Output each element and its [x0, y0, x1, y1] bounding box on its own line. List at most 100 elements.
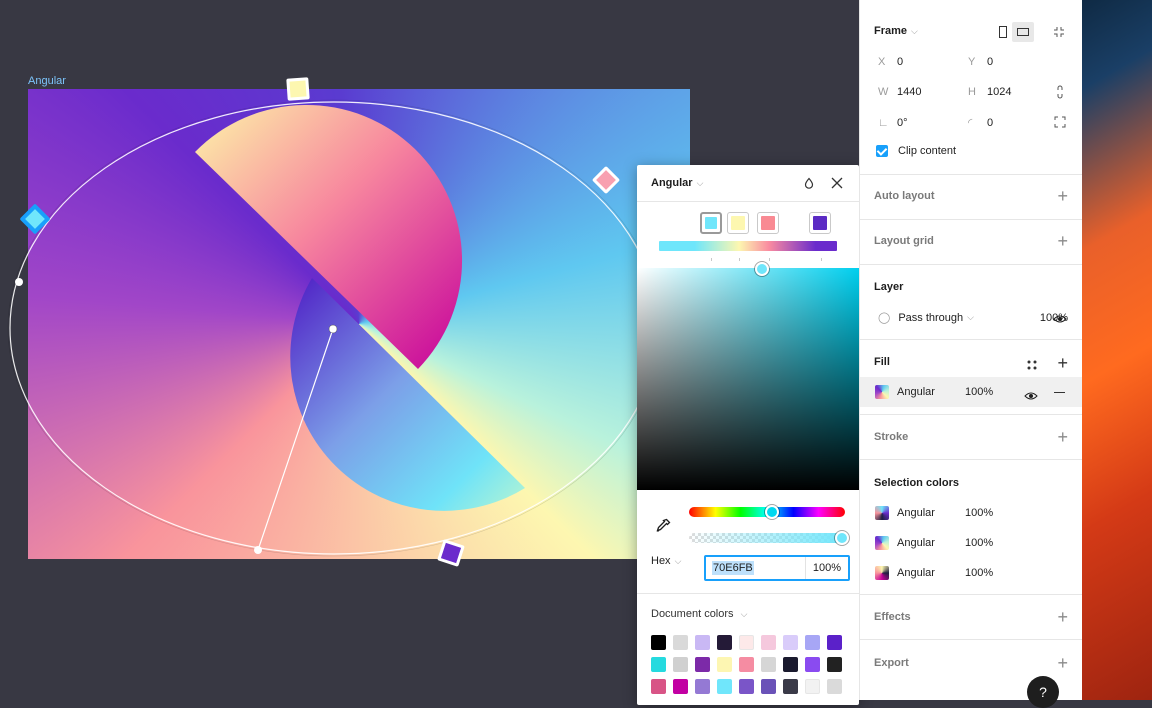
rotation-input[interactable]: 0°: [897, 117, 968, 129]
eyedropper-icon[interactable]: [653, 516, 673, 536]
selection-color-item[interactable]: Angular 100%: [875, 536, 1075, 550]
document-color-swatches: [651, 635, 847, 694]
gradient-radius-handle[interactable]: [254, 546, 262, 554]
resize-to-fit-icon[interactable]: [1053, 25, 1065, 43]
remove-fill-minus-icon[interactable]: [1054, 392, 1065, 393]
fill-item[interactable]: Angular 100%: [875, 385, 1075, 399]
document-color-swatch[interactable]: [761, 635, 776, 650]
opacity-slider-knob[interactable]: [835, 531, 849, 545]
add-layout-grid-plus-icon[interactable]: +: [1057, 232, 1068, 250]
y-input[interactable]: 0: [987, 56, 993, 68]
opacity-slider[interactable]: [689, 531, 849, 545]
gradient-width-handle[interactable]: [15, 278, 23, 286]
selection-color-item[interactable]: Angular 100%: [875, 566, 1075, 580]
chevron-down-icon[interactable]: ⌵: [967, 312, 974, 323]
selection-color-item[interactable]: Angular 100%: [875, 506, 1075, 520]
stop-4-swatch: [813, 216, 827, 230]
eye-icon[interactable]: [1024, 388, 1038, 406]
selection-color-swatch[interactable]: [875, 566, 889, 580]
auto-layout-label: Auto layout: [874, 190, 935, 202]
gradient-stop-3[interactable]: [757, 212, 779, 234]
gradient-center-handle[interactable]: [328, 324, 338, 334]
checkbox-checked-icon[interactable]: [876, 145, 888, 157]
gradient-stop-1[interactable]: [700, 212, 722, 234]
document-color-swatch[interactable]: [805, 635, 820, 650]
height-input[interactable]: 1024: [987, 86, 1011, 98]
document-color-swatch[interactable]: [805, 657, 820, 672]
help-button[interactable]: ?: [1027, 676, 1059, 708]
add-export-plus-icon[interactable]: +: [1057, 654, 1068, 672]
clip-content-checkbox[interactable]: Clip content: [876, 145, 1076, 157]
close-icon[interactable]: [827, 173, 847, 193]
eye-icon[interactable]: [1053, 311, 1067, 329]
document-color-swatch[interactable]: [695, 657, 710, 672]
add-effect-plus-icon[interactable]: +: [1057, 608, 1068, 626]
auto-layout-section: Auto layout +: [860, 174, 1082, 220]
document-color-swatch[interactable]: [827, 657, 842, 672]
color-format-dropdown[interactable]: Hex ⌵: [651, 555, 681, 567]
document-color-swatch[interactable]: [695, 679, 710, 694]
document-color-swatch[interactable]: [695, 635, 710, 650]
document-color-swatch[interactable]: [805, 679, 820, 694]
x-input[interactable]: 0: [897, 56, 968, 68]
document-color-swatch[interactable]: [717, 657, 732, 672]
gradient-stop-2[interactable]: [727, 212, 749, 234]
selection-color-swatch[interactable]: [875, 536, 889, 550]
hue-slider-knob[interactable]: [764, 505, 779, 519]
corner-radius-input[interactable]: 0: [987, 117, 993, 129]
selection-color-opacity[interactable]: 100%: [965, 507, 993, 519]
document-color-swatch[interactable]: [673, 657, 688, 672]
hex-input[interactable]: 70E6FB: [706, 557, 806, 579]
document-color-swatch[interactable]: [651, 635, 666, 650]
fill-name: Angular: [897, 386, 935, 398]
color-picker-popover: Angular ⌵ Hex ⌵ 70E6FB 100% Document col…: [637, 165, 859, 705]
saturation-brightness-area[interactable]: [637, 262, 859, 490]
add-fill-plus-icon[interactable]: +: [1057, 354, 1068, 372]
document-color-swatch[interactable]: [651, 679, 666, 694]
document-color-swatch[interactable]: [783, 635, 798, 650]
constrain-proportions-icon[interactable]: [1056, 85, 1064, 104]
add-stroke-plus-icon[interactable]: +: [1057, 428, 1068, 446]
document-color-swatch[interactable]: [761, 657, 776, 672]
selection-color-swatch[interactable]: [875, 506, 889, 520]
selection-color-opacity[interactable]: 100%: [965, 567, 993, 579]
gradient-stop-4[interactable]: [809, 212, 831, 234]
document-color-swatch[interactable]: [739, 657, 754, 672]
canvas-frame[interactable]: [28, 89, 690, 559]
frame-preset-dropdown[interactable]: Frame: [874, 25, 907, 37]
hue-slider[interactable]: [689, 505, 845, 519]
document-color-swatch[interactable]: [717, 679, 732, 694]
document-color-swatch[interactable]: [673, 679, 688, 694]
add-auto-layout-plus-icon[interactable]: +: [1057, 187, 1068, 205]
document-color-swatch[interactable]: [783, 657, 798, 672]
document-color-swatch[interactable]: [783, 679, 798, 694]
fill-type-dropdown[interactable]: Angular: [651, 177, 693, 189]
styles-grid-icon[interactable]: [1027, 357, 1037, 375]
gradient-bar[interactable]: [659, 241, 837, 251]
fill-opacity-input[interactable]: 100%: [965, 386, 993, 398]
landscape-icon[interactable]: [1012, 22, 1034, 42]
document-color-swatch[interactable]: [827, 635, 842, 650]
chevron-down-icon[interactable]: ⌵: [911, 26, 918, 37]
width-input[interactable]: 1440: [897, 86, 968, 98]
document-color-swatch[interactable]: [651, 657, 666, 672]
document-color-swatch[interactable]: [739, 679, 754, 694]
document-color-swatch[interactable]: [827, 679, 842, 694]
document-colors-label: Document colors: [651, 608, 734, 620]
document-colors-dropdown[interactable]: Document colors ⌵: [651, 608, 747, 620]
document-color-swatch[interactable]: [761, 679, 776, 694]
independent-corners-icon[interactable]: [1054, 115, 1066, 133]
stop-handle-yellow[interactable]: [286, 77, 310, 101]
fill-swatch[interactable]: [875, 385, 889, 399]
frame-label[interactable]: Angular: [28, 75, 66, 87]
document-color-swatch[interactable]: [717, 635, 732, 650]
document-color-swatch[interactable]: [739, 635, 754, 650]
chevron-down-icon[interactable]: ⌵: [697, 178, 704, 189]
blend-mode-dropdown[interactable]: Pass through: [898, 312, 963, 324]
opacity-input[interactable]: 100%: [806, 557, 848, 579]
portrait-icon[interactable]: [995, 24, 1011, 40]
selection-color-opacity[interactable]: 100%: [965, 537, 993, 549]
document-color-swatch[interactable]: [673, 635, 688, 650]
blend-mode-drop-icon[interactable]: [799, 173, 819, 193]
sv-picker-knob[interactable]: [755, 262, 769, 276]
